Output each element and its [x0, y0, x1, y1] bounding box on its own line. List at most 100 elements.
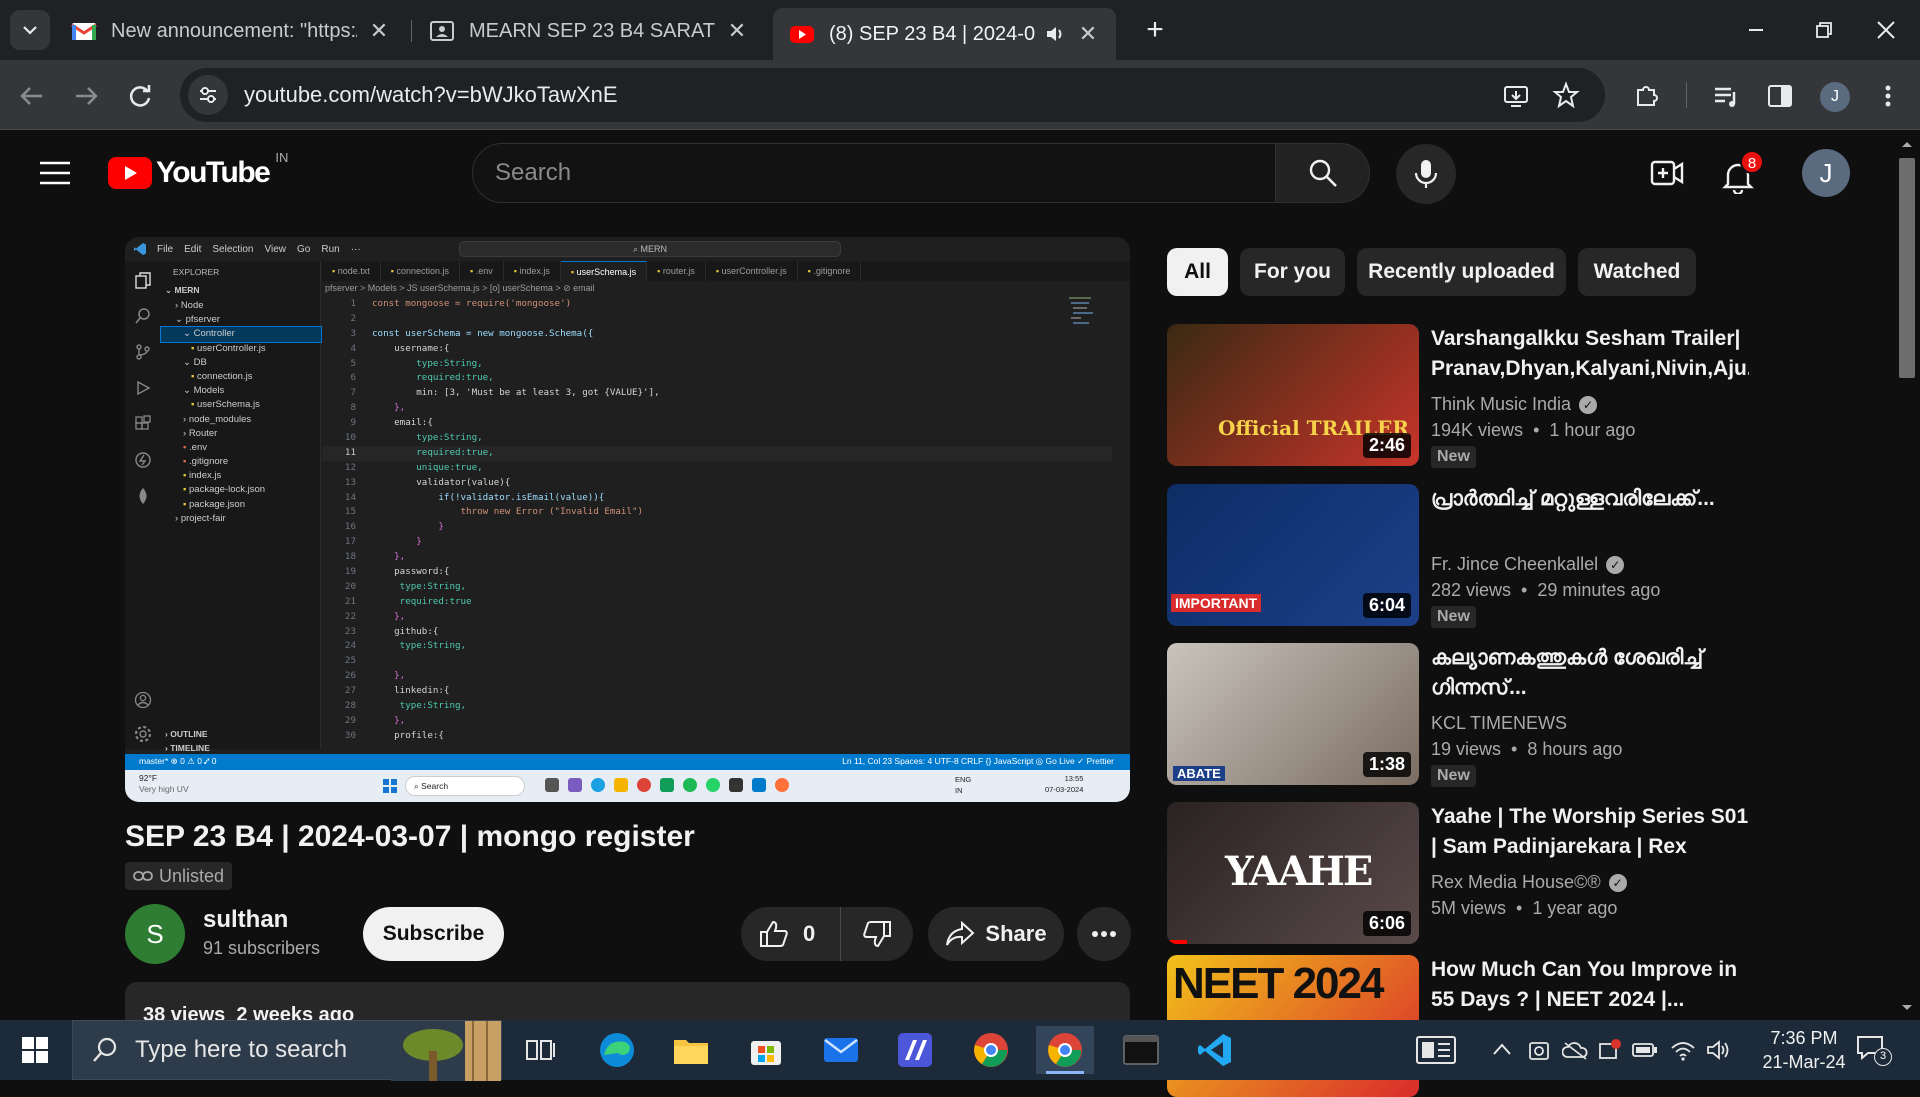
action-center-button[interactable]: 3	[1856, 1034, 1896, 1068]
video-player[interactable]: File Edit Selection View Go Run ··· ⌕ MERN EXP…	[125, 237, 1130, 802]
scrollbar-thumb[interactable]	[1899, 158, 1915, 378]
file-tree-item[interactable]: ⌄ pfserver	[161, 313, 321, 327]
file-tree-item[interactable]: › node_modules	[161, 413, 321, 427]
page-scrollbar[interactable]	[1896, 138, 1918, 1020]
editor-tab[interactable]: ▪ userSchema.js	[560, 261, 648, 281]
onedrive-icon[interactable]	[1562, 1040, 1588, 1060]
recommended-video-title[interactable]: Yaahe | The Worship Series S01 | Sam Pad…	[1431, 802, 1749, 862]
tray-overflow-icon[interactable]	[1492, 1042, 1512, 1056]
remote-explorer-icon[interactable]	[134, 451, 152, 469]
vscode-menu-item[interactable]: ···	[351, 244, 361, 255]
editor-tab[interactable]: ▪ .env	[460, 261, 504, 281]
file-tree-item[interactable]: ▪ userSchema.js	[161, 398, 321, 412]
start-button[interactable]	[0, 1020, 70, 1080]
scroll-down-icon[interactable]	[1901, 1004, 1913, 1012]
file-tree-item[interactable]: ⌄ DB	[161, 356, 321, 370]
file-tree-item[interactable]: ⌄ Controller	[160, 326, 322, 343]
dislike-button[interactable]	[841, 907, 913, 961]
recommended-video-title[interactable]: Varshangalkku Sesham Trailer| Pranav,Dhy…	[1431, 324, 1749, 384]
channel-name[interactable]: sulthan	[203, 906, 288, 934]
browser-tab-gmail[interactable]: New announcement: "https://yo ✕	[55, 8, 407, 54]
taskbar-clock[interactable]: 7:36 PM 21-Mar-24	[1744, 1026, 1864, 1074]
security-tray-icon[interactable]	[1598, 1038, 1622, 1062]
close-icon[interactable]: ✕	[725, 19, 749, 43]
address-bar[interactable]: youtube.com/watch?v=bWJkoTawXnE	[180, 68, 1605, 122]
taskbar-ai-app[interactable]	[886, 1026, 944, 1074]
chip-recently-uploaded[interactable]: Recently uploaded	[1357, 248, 1566, 296]
search-input[interactable]	[495, 159, 1275, 187]
back-icon[interactable]	[18, 82, 46, 110]
file-tree-item[interactable]: ▪ index.js	[161, 469, 321, 483]
file-tree-item[interactable]: ▪ connection.js	[161, 370, 321, 384]
more-actions-button[interactable]	[1077, 907, 1131, 961]
file-tree-item[interactable]: ▪ package-lock.json	[161, 483, 321, 497]
timeline-section[interactable]: › TIMELINE	[165, 743, 210, 753]
channel-avatar[interactable]: S	[125, 904, 185, 964]
search-icon[interactable]	[134, 307, 152, 325]
vscode-menu-item[interactable]: View	[265, 244, 287, 255]
wifi-icon[interactable]	[1670, 1038, 1696, 1062]
recommended-channel[interactable]: Rex Media House©® ✓	[1431, 872, 1627, 893]
recommended-channel[interactable]: Think Music India ✓	[1431, 394, 1598, 415]
extensions-icon[interactable]	[1632, 80, 1662, 110]
vscode-menu-item[interactable]: Edit	[184, 244, 201, 255]
editor-tab[interactable]: ▪ index.js	[504, 261, 561, 281]
file-tree-item[interactable]: ⌄ Models	[161, 384, 321, 398]
recommended-video-title[interactable]: How Much Can You Improve in 55 Days ? | …	[1431, 955, 1749, 1015]
site-info-button[interactable]	[188, 75, 228, 115]
status-left[interactable]: master* ⊗ 0 ⚠ 0 ⑇ 0	[139, 756, 216, 767]
explorer-root[interactable]: ⌄ MERN	[165, 285, 200, 296]
file-tree-item[interactable]: › project-fair	[161, 512, 321, 526]
battery-icon[interactable]	[1632, 1042, 1658, 1058]
vscode-command-center[interactable]: ⌕ MERN	[459, 241, 841, 257]
outline-section[interactable]: › OUTLINE	[165, 729, 208, 739]
recommended-video[interactable]: NEET 2024 How Much Can You Improve in 55 …	[1167, 955, 1749, 1097]
taskbar-file-explorer[interactable]	[662, 1026, 720, 1074]
recommended-video-title[interactable]: കല്യാണകത്തുകൾ ശേഖരിച്ച് ഗിന്നസ്...	[1431, 643, 1749, 703]
youtube-logo[interactable]: YouTube IN	[108, 150, 288, 190]
file-tree-item[interactable]: ▪ .env	[161, 441, 321, 455]
account-avatar[interactable]: J	[1802, 149, 1850, 197]
forward-icon[interactable]	[72, 82, 100, 110]
share-button[interactable]: Share	[928, 907, 1064, 961]
vscode-menu-item[interactable]: Selection	[212, 244, 253, 255]
bookmark-star-icon[interactable]	[1552, 81, 1580, 109]
chip-for-you[interactable]: For you	[1240, 248, 1345, 296]
voice-search-button[interactable]	[1396, 144, 1456, 204]
recommended-video[interactable]: ABATE 1:38 കല്യാണകത്തുകൾ ശേഖരിച്ച് ഗിന്നസ്…	[1167, 643, 1749, 787]
taskbar-edge[interactable]	[588, 1026, 646, 1074]
editor-tab[interactable]: ▪ connection.js	[381, 261, 460, 281]
video-thumbnail[interactable]: ABATE 1:38	[1167, 643, 1419, 785]
close-window-button[interactable]	[1868, 12, 1904, 48]
video-thumbnail[interactable]: IMPORTANT 6:04	[1167, 484, 1419, 626]
browser-tab-classroom[interactable]: MEARN SEP 23 B4 SARATH ✕	[413, 8, 765, 54]
browser-tab-youtube[interactable]: (8) SEP 23 B4 | 2024-03-07 ✕	[773, 8, 1116, 60]
extensions-icon[interactable]	[134, 415, 152, 433]
mongodb-leaf-icon[interactable]	[134, 487, 152, 505]
recommended-video[interactable]: Official TRAILER 2:46 Varshangalkku Sesham…	[1167, 324, 1749, 468]
file-tree-item[interactable]: ▪ package.json	[161, 498, 321, 512]
file-tree-item[interactable]: › Node	[161, 299, 321, 313]
taskbar-vscode[interactable]	[1186, 1026, 1244, 1074]
create-video-icon[interactable]	[1650, 158, 1684, 188]
reload-icon[interactable]	[126, 82, 154, 110]
kebab-menu-icon[interactable]	[1876, 82, 1900, 110]
status-right[interactable]: Ln 11, Col 23 Spaces: 4 UTF-8 CRLF {} Ja…	[842, 756, 1114, 767]
vscode-menu-item[interactable]: File	[157, 244, 173, 255]
settings-gear-icon[interactable]	[134, 725, 152, 743]
chip-all[interactable]: All	[1167, 248, 1228, 296]
subscribe-button[interactable]: Subscribe	[363, 907, 504, 961]
camera-tray-icon[interactable]	[1528, 1038, 1550, 1062]
explorer-icon[interactable]	[134, 271, 152, 289]
taskbar-chrome-active[interactable]	[1036, 1026, 1094, 1074]
restore-button[interactable]	[1806, 12, 1842, 48]
news-widget-icon[interactable]	[1416, 1036, 1456, 1064]
search-box[interactable]	[472, 143, 1276, 203]
taskbar-chrome-profile[interactable]	[962, 1026, 1020, 1074]
tab-search-button[interactable]	[10, 10, 50, 50]
media-controls-icon[interactable]	[1712, 82, 1740, 110]
side-panel-icon[interactable]	[1766, 82, 1794, 110]
speaker-icon[interactable]	[1044, 23, 1066, 45]
file-tree-item[interactable]: ▪ userController.js	[161, 342, 321, 356]
scroll-up-icon[interactable]	[1901, 140, 1913, 148]
